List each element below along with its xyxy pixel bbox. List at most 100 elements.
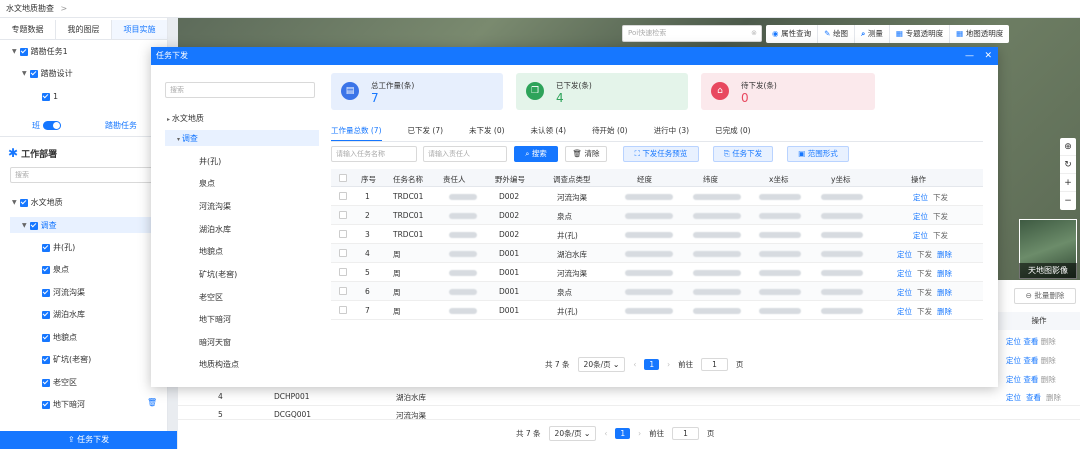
prev-page-icon[interactable]: ‹ — [604, 429, 607, 438]
next-page-icon[interactable]: › — [638, 429, 641, 438]
tab-unclaimed[interactable]: 未认领 (4) — [531, 125, 567, 141]
trash-icon[interactable]: 🗑 — [147, 398, 157, 407]
tab-total[interactable]: 工作量总数 (7) — [331, 125, 382, 141]
zoom-in-icon[interactable]: + — [1060, 174, 1076, 192]
tree-item[interactable]: 湖泊水库 — [199, 224, 231, 235]
tree-item[interactable]: 1 — [42, 92, 58, 101]
toggle-switch[interactable] — [43, 121, 61, 130]
table-row[interactable]: 4 周 D001 湖泊水库 定位 下发 删除 — [331, 244, 983, 263]
checkbox-icon[interactable] — [42, 378, 50, 387]
row-checkbox[interactable] — [339, 192, 347, 200]
table-row[interactable]: 2 TRDC01 D002 泉点 定位 下发 — [331, 206, 983, 225]
table-row[interactable]: 3 TRDC01 D002 井(孔) 定位 下发 — [331, 225, 983, 244]
row-checkbox[interactable] — [339, 306, 347, 314]
row-op-1[interactable]: 下发 — [917, 306, 932, 317]
tree-item[interactable]: ▼ 水文地质 — [12, 197, 63, 208]
draw-button[interactable]: ✎ 绘图 — [818, 25, 856, 43]
row-checkbox[interactable] — [339, 287, 347, 295]
layer-toggle[interactable]: 班 — [32, 120, 61, 131]
prev-page-icon[interactable]: ‹ — [633, 360, 636, 369]
sidebar-search-input[interactable]: 搜索 — [10, 167, 160, 183]
row-op-2[interactable]: 删除 — [937, 306, 952, 317]
issue-button[interactable]: ⎘ 任务下发 — [713, 146, 773, 162]
checkbox-icon[interactable] — [42, 400, 50, 409]
table-row[interactable]: 7 周 D001 井(孔) 定位 下发 删除 — [331, 301, 983, 320]
poi-search-input[interactable]: Poi快速检索 ⊗ — [622, 25, 762, 42]
tree-item[interactable]: 河流沟渠 — [199, 201, 231, 212]
tree-item[interactable]: ▼ 踏勘设计 — [22, 68, 73, 79]
search-button[interactable]: ⌕ 搜索 — [514, 146, 558, 162]
attribute-query-button[interactable]: ◉ 属性查询 — [766, 25, 819, 43]
checkbox-icon[interactable] — [42, 333, 50, 342]
tab-not-issued[interactable]: 未下发 (0) — [469, 125, 505, 141]
tree-item[interactable]: 河流沟渠 — [42, 287, 85, 298]
row-op-0[interactable]: 定位 — [897, 287, 912, 298]
row-op-2[interactable]: 删除 — [937, 287, 952, 298]
caret-down-icon[interactable]: ▼ — [22, 70, 27, 77]
next-page-icon[interactable]: › — [667, 360, 670, 369]
tab-project[interactable]: 项目实施 — [112, 20, 168, 39]
batch-delete-button[interactable]: ⊖ 批量删除 — [1014, 288, 1076, 304]
row-op-2[interactable]: 删除 — [937, 268, 952, 279]
row-checkbox[interactable] — [339, 249, 347, 257]
caret-down-icon[interactable]: ▼ — [12, 199, 17, 206]
tab-thematic-data[interactable]: 专题数据 — [0, 20, 56, 39]
row-op-0[interactable]: 定位 — [897, 306, 912, 317]
tab-my-layers[interactable]: 我的图层 — [56, 20, 112, 39]
globe-icon[interactable]: ⊕ — [1060, 138, 1076, 156]
table-row[interactable]: 1 TRDC01 D002 河流沟渠 定位 下发 — [331, 187, 983, 206]
tab-in-progress[interactable]: 进行中 (3) — [654, 125, 690, 141]
tree-item[interactable]: 泉点 — [42, 264, 69, 275]
tree-item[interactable]: ▼ 踏勘任务1 — [12, 46, 68, 57]
tree-item[interactable]: ▼ 调查 — [22, 220, 57, 231]
row-op-2[interactable]: 删除 — [937, 249, 952, 260]
tree-item[interactable]: 湖泊水库 — [42, 309, 85, 320]
row-op-0[interactable]: 定位 — [913, 230, 928, 241]
tree-item[interactable]: 老空区 — [199, 292, 223, 303]
page-number[interactable]: 1 — [644, 358, 660, 370]
refresh-icon[interactable]: ↻ — [1060, 156, 1076, 174]
row-checkbox[interactable] — [339, 230, 347, 238]
tree-item[interactable]: ▸ 水文地质 — [167, 113, 204, 124]
row-op-1[interactable]: 下发 — [917, 287, 932, 298]
map-opacity-button[interactable]: ▦ 地图透明度 — [950, 25, 1009, 43]
page-size-select[interactable]: 20条/页 ⌄ — [577, 356, 626, 372]
row-op-1[interactable]: 下发 — [933, 211, 948, 222]
checkbox-icon[interactable] — [19, 47, 28, 56]
table-row[interactable]: 5 周 D001 河流沟渠 定位 下发 删除 — [331, 263, 983, 282]
row-checkbox[interactable] — [339, 268, 347, 276]
checkbox-icon[interactable] — [29, 69, 38, 78]
row-checkbox[interactable] — [339, 211, 347, 219]
checkbox-icon[interactable] — [42, 265, 50, 274]
tree-item[interactable]: 地貌点 — [42, 332, 77, 343]
tree-item[interactable]: 井(孔) — [199, 156, 221, 167]
minimize-icon[interactable]: — — [965, 47, 974, 65]
tree-item[interactable]: 井(孔) — [42, 242, 75, 253]
row-op-0[interactable]: 定位 — [913, 211, 928, 222]
row-op-1[interactable]: 下发 — [933, 230, 948, 241]
checkbox-icon[interactable] — [42, 355, 50, 364]
checkbox-icon[interactable] — [42, 310, 50, 319]
row-op-1[interactable]: 下发 — [933, 192, 948, 203]
goto-page-input[interactable]: 1 — [701, 357, 728, 371]
close-icon[interactable]: ✕ — [984, 47, 992, 65]
table-row[interactable]: 4 DCHP001 湖泊水库 定位 查看 删除 — [178, 388, 1080, 406]
caret-down-icon[interactable]: ▼ — [12, 48, 17, 55]
breadcrumb-title[interactable]: 水文地质勘查 — [6, 4, 54, 13]
checkbox-icon[interactable] — [42, 92, 50, 101]
toggle-right-label[interactable]: 踏勘任务 — [105, 120, 137, 131]
zoom-out-icon[interactable]: − — [1060, 192, 1076, 210]
checkbox-icon[interactable] — [29, 221, 38, 230]
tree-item[interactable]: 地下暗河 — [199, 314, 231, 325]
range-button[interactable]: ▣ 范围形式 — [787, 146, 849, 162]
tab-issued[interactable]: 已下发 (7) — [408, 125, 444, 141]
thematic-opacity-button[interactable]: ▦ 专题透明度 — [890, 25, 951, 43]
task-name-input[interactable]: 请输入任务名称 — [331, 146, 417, 162]
preview-button[interactable]: ⛶ 下发任务预览 — [623, 146, 699, 162]
tree-item[interactable]: 矿坑(老窖) — [42, 354, 91, 365]
checkbox-icon[interactable] — [42, 243, 50, 252]
tree-item[interactable]: 泉点 — [199, 178, 215, 189]
page-number[interactable]: 1 — [615, 428, 631, 439]
page-size-select[interactable]: 20条/页 ⌄ — [548, 426, 597, 441]
measure-button[interactable]: ⌕ 测量 — [855, 25, 890, 43]
